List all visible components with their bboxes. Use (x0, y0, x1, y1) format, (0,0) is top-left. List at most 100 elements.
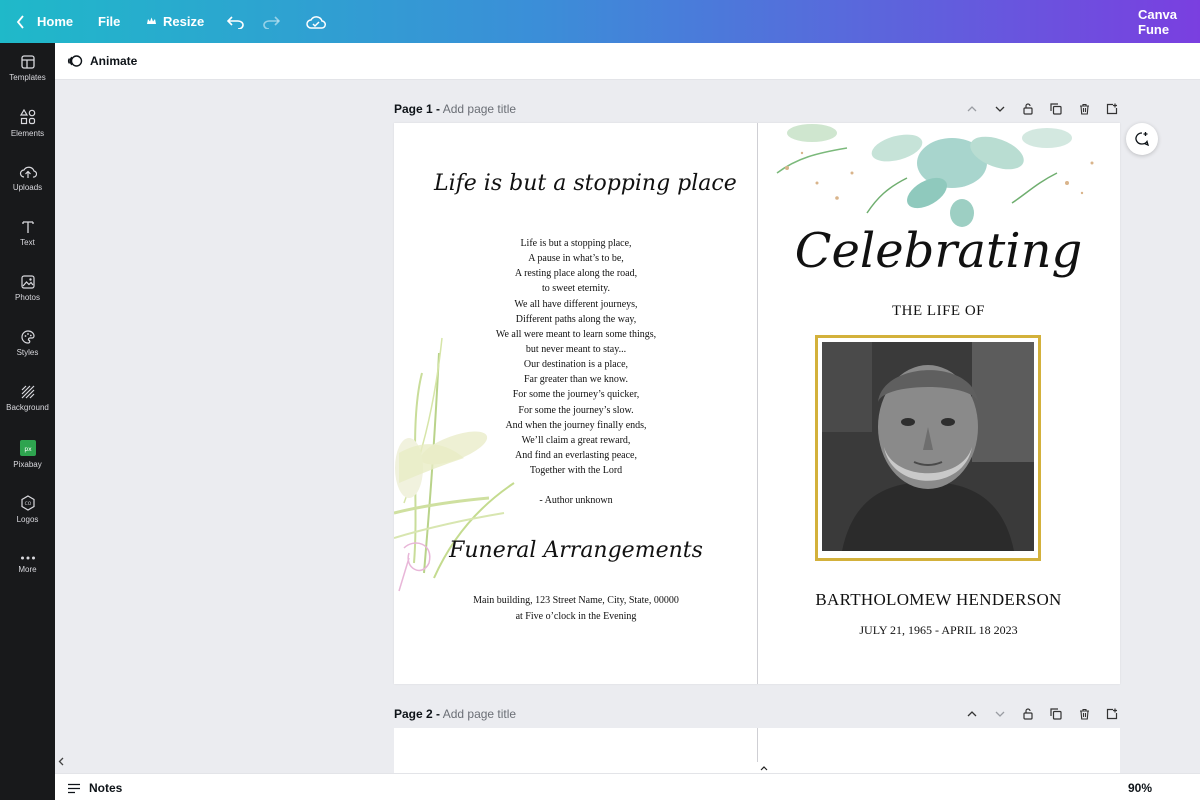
background-icon (21, 385, 34, 398)
sidebar-item-elements[interactable]: Elements (0, 98, 55, 148)
poem-author: - Author unknown (539, 495, 613, 507)
top-toolbar: Home File Resize Canva Fune (0, 0, 1200, 43)
the-life-of-text[interactable]: THE LIFE OF (757, 303, 1120, 320)
sidebar-item-label: More (18, 564, 37, 574)
notes-button[interactable]: Notes (67, 781, 122, 795)
duplicate-page-button[interactable] (1042, 99, 1070, 119)
resize-button[interactable]: Resize (146, 0, 204, 43)
poem-line: Far greater than we know. (523, 374, 629, 386)
move-page-down-button[interactable] (986, 99, 1014, 119)
duplicate-icon (1050, 103, 1062, 115)
celebrating-script[interactable]: Celebrating (757, 223, 1120, 279)
side-panel-rail: Templates Elements Uploads Text Photos S… (0, 43, 55, 800)
gold-photo-frame[interactable] (815, 335, 1041, 561)
delete-page-button[interactable] (1070, 704, 1098, 724)
poem-line: We’ll claim a great reward, (521, 434, 631, 446)
poem-heading-script[interactable]: Life is but a stopping place (434, 171, 737, 196)
sidebar-item-label: Photos (15, 292, 40, 302)
comment-add-button[interactable] (1126, 123, 1158, 155)
upload-icon (19, 166, 37, 178)
poem-line: Our destination is a place, (523, 359, 629, 371)
deceased-name[interactable]: BARTHOLOMEW HENDERSON (757, 590, 1120, 610)
sidebar-item-logos[interactable]: CO Logos (0, 484, 55, 534)
project-title[interactable]: Canva Fune (1138, 0, 1200, 43)
poem-line: Different paths along the way, (515, 313, 637, 325)
file-label: File (98, 14, 121, 29)
poem-line: We all were meant to learn some things, (495, 328, 657, 340)
delete-page-button[interactable] (1070, 99, 1098, 119)
portrait-photo (822, 342, 1034, 551)
secondary-toolbar: Animate (55, 43, 1200, 80)
page-title-input[interactable]: Add page title (443, 102, 516, 116)
sidebar-item-label: Background (6, 402, 49, 412)
page-title-input[interactable]: Add page title (443, 707, 516, 721)
trash-icon (1079, 708, 1089, 720)
chevron-down-icon (995, 106, 1005, 112)
chevron-down-icon (995, 711, 1005, 717)
move-page-down-button[interactable] (986, 704, 1014, 724)
arrangements-time: at Five o’clock in the Evening (515, 610, 637, 622)
home-button[interactable]: Home (16, 0, 73, 43)
chevron-left-icon (16, 14, 24, 29)
duplicate-page-button[interactable] (1042, 704, 1070, 724)
add-page-icon (1106, 708, 1118, 720)
design-page-1[interactable]: Life is but a stopping place Life is but… (394, 123, 1120, 684)
poem-line: And when the journey finally ends, (505, 419, 647, 431)
add-page-button[interactable] (1098, 99, 1126, 119)
page-2-tools (958, 704, 1126, 724)
poem-text-block[interactable]: Life is but a stopping place, A pause in… (434, 236, 718, 509)
sidebar-item-background[interactable]: Background (0, 373, 55, 423)
svg-text:CO: CO (24, 501, 31, 507)
sidebar-item-label: Templates (9, 72, 46, 82)
text-icon (21, 220, 34, 233)
palette-icon (20, 329, 35, 344)
cloud-check-icon (306, 15, 326, 29)
sidebar-item-label: Elements (10, 128, 45, 138)
redo-button[interactable] (262, 0, 280, 43)
poem-line: Together with the Lord (529, 465, 623, 477)
poem-line: Life is but a stopping place, (520, 238, 632, 249)
move-page-up-button[interactable] (958, 704, 986, 724)
chevron-up-icon (967, 711, 977, 717)
collapse-panel-button[interactable] (58, 757, 64, 769)
home-label: Home (37, 14, 74, 29)
resize-label: Resize (163, 14, 205, 29)
sidebar-item-label: Styles (16, 347, 39, 357)
lock-icon (1023, 103, 1033, 115)
sparkle-crown-icon (147, 17, 156, 24)
poem-line: A resting place along the road, (514, 268, 638, 280)
sidebar-item-label: Logos (16, 514, 39, 524)
poem-line: For some the journey’s quicker, (512, 389, 640, 401)
sidebar-item-uploads[interactable]: Uploads (0, 153, 55, 203)
zoom-level[interactable]: 90% (1128, 781, 1152, 795)
sidebar-item-templates[interactable]: Templates (0, 43, 55, 93)
arrangements-heading-script[interactable]: Funeral Arrangements (434, 538, 718, 563)
sidebar-item-label: Pixabay (13, 459, 42, 469)
arrangements-text[interactable]: Main building, 123 Street Name, City, St… (434, 593, 718, 624)
animate-label: Animate (90, 54, 138, 68)
sidebar-item-text[interactable]: Text (0, 208, 55, 258)
file-menu-button[interactable]: File (98, 0, 120, 43)
logos-icon: CO (20, 494, 35, 511)
sidebar-item-photos[interactable]: Photos (0, 263, 55, 313)
lock-page-button[interactable] (1014, 99, 1042, 119)
life-dates[interactable]: JULY 21, 1965 - APRIL 18 2023 (757, 623, 1120, 638)
notes-icon (68, 783, 80, 793)
notes-label: Notes (89, 781, 123, 795)
sidebar-item-styles[interactable]: Styles (0, 318, 55, 368)
poem-line (434, 478, 718, 493)
page-1-header: Page 1 - Add page title (394, 102, 516, 116)
poem-line: And find an everlasting peace, (515, 449, 637, 461)
sidebar-item-pixabay[interactable]: px Pixabay (0, 429, 55, 479)
undo-button[interactable] (227, 0, 245, 43)
elements-icon (19, 108, 35, 124)
poem-line: to sweet eternity. (542, 283, 610, 295)
lock-page-button[interactable] (1014, 704, 1042, 724)
save-status-button[interactable] (306, 0, 326, 43)
pixabay-icon: px (19, 439, 36, 456)
add-page-button[interactable] (1098, 704, 1126, 724)
move-page-up-button[interactable] (958, 99, 986, 119)
animate-button[interactable]: Animate (67, 54, 137, 68)
page-1-tools (958, 99, 1126, 119)
sidebar-item-more[interactable]: More (0, 539, 55, 589)
